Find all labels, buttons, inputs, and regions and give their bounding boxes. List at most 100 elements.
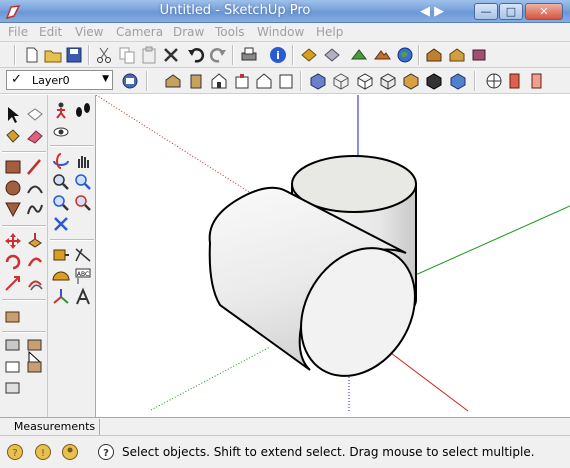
shaded-style-icon[interactable] bbox=[378, 71, 398, 91]
section-slice-icon[interactable] bbox=[3, 307, 23, 327]
status-message: Select objects. Shift to extend select. … bbox=[122, 445, 535, 459]
maximize-button[interactable]: □ bbox=[499, 3, 523, 20]
protractor-icon[interactable] bbox=[51, 266, 71, 286]
scale-tool-icon[interactable] bbox=[3, 273, 23, 293]
pan-tool-icon[interactable] bbox=[73, 151, 93, 171]
display-section-cuts-icon[interactable] bbox=[528, 71, 548, 91]
iso-view-icon[interactable] bbox=[163, 71, 183, 91]
position-camera-icon[interactable] bbox=[51, 214, 71, 234]
arc-tool-icon[interactable] bbox=[25, 178, 45, 198]
minimize-button[interactable]: — bbox=[474, 3, 498, 20]
rotate-tool-icon[interactable] bbox=[3, 252, 23, 272]
menu-bar: File Edit View Camera Draw Tools Window … bbox=[0, 23, 570, 42]
xray-style-icon[interactable] bbox=[308, 71, 328, 91]
model-viewport[interactable] bbox=[95, 94, 570, 417]
geo-location-icon[interactable]: ? bbox=[6, 443, 24, 461]
share-model-icon[interactable] bbox=[322, 45, 342, 65]
dimension-tool-icon[interactable] bbox=[73, 245, 93, 265]
menu-camera[interactable]: Camera bbox=[116, 25, 163, 39]
menu-file[interactable]: File bbox=[8, 25, 28, 39]
shaded-textures-style-icon[interactable] bbox=[401, 71, 421, 91]
standard-toolbar: i bbox=[0, 42, 570, 68]
sign-in-icon[interactable] bbox=[61, 443, 79, 461]
extension-icon[interactable] bbox=[469, 45, 489, 65]
google-earth-icon[interactable] bbox=[395, 45, 415, 65]
add-location-icon[interactable] bbox=[349, 45, 369, 65]
follow-me-tool-icon[interactable] bbox=[25, 252, 45, 272]
back-view-icon[interactable] bbox=[254, 71, 274, 91]
color-style-icon[interactable] bbox=[448, 71, 468, 91]
orbit-tool-icon[interactable] bbox=[51, 151, 71, 171]
menu-help[interactable]: Help bbox=[316, 25, 343, 39]
line-tool-icon[interactable] bbox=[25, 157, 45, 177]
zoom-tool-icon[interactable] bbox=[51, 172, 71, 192]
right-view-icon[interactable] bbox=[232, 71, 252, 91]
offset-tool-icon[interactable] bbox=[25, 273, 45, 293]
footprints-icon[interactable] bbox=[73, 101, 93, 121]
interact-icon[interactable] bbox=[25, 357, 45, 377]
help-icon[interactable]: ? bbox=[97, 443, 115, 461]
tape-measure-icon[interactable] bbox=[51, 245, 71, 265]
get-models-icon[interactable] bbox=[299, 45, 319, 65]
look-around-icon[interactable] bbox=[51, 122, 71, 142]
zoom-extents-icon[interactable] bbox=[73, 193, 93, 213]
walk-tool-icon[interactable] bbox=[51, 101, 71, 121]
previous-view-icon[interactable] bbox=[51, 193, 71, 213]
eraser-icon[interactable] bbox=[25, 126, 45, 146]
move-tool-icon[interactable] bbox=[3, 231, 23, 251]
push-pull-tool-icon[interactable] bbox=[25, 231, 45, 251]
freehand-tool-icon[interactable] bbox=[25, 199, 45, 219]
section-plane-icon[interactable] bbox=[484, 71, 504, 91]
display-section-planes-icon[interactable] bbox=[506, 71, 526, 91]
copy-icon[interactable] bbox=[117, 45, 137, 65]
zoom-window-icon[interactable] bbox=[73, 172, 93, 192]
component-options-icon[interactable] bbox=[3, 335, 23, 355]
3d-text-icon[interactable] bbox=[73, 287, 93, 307]
open-folder-icon[interactable] bbox=[43, 45, 63, 65]
paint-bucket-icon[interactable] bbox=[3, 126, 23, 146]
menu-view[interactable]: View bbox=[75, 25, 103, 39]
select-tool-icon[interactable] bbox=[3, 105, 23, 125]
sandbox-icon[interactable] bbox=[3, 378, 23, 398]
layer-manager-icon[interactable] bbox=[120, 71, 140, 91]
cut-icon[interactable] bbox=[94, 45, 114, 65]
erase-icon[interactable] bbox=[161, 45, 181, 65]
polygon-tool-icon[interactable] bbox=[3, 199, 23, 219]
save-icon[interactable] bbox=[64, 45, 84, 65]
wireframe-style-icon[interactable] bbox=[331, 71, 351, 91]
redo-icon[interactable] bbox=[208, 45, 228, 65]
make-component-icon[interactable] bbox=[25, 105, 45, 125]
front-view-icon[interactable] bbox=[209, 71, 229, 91]
title-bar: Untitled - SketchUp Pro ◀ ▶ — □ ✕ bbox=[0, 0, 570, 23]
hidden-line-style-icon[interactable] bbox=[355, 71, 375, 91]
undo-icon[interactable] bbox=[186, 45, 206, 65]
text-tool-icon[interactable]: ABC bbox=[73, 266, 93, 286]
circle-tool-icon[interactable] bbox=[3, 178, 23, 198]
measurements-toolbar: Measurements bbox=[0, 417, 570, 435]
monochrome-style-icon[interactable] bbox=[424, 71, 444, 91]
rectangle-tool-icon[interactable] bbox=[3, 157, 23, 177]
top-view-icon[interactable] bbox=[186, 71, 206, 91]
current-layer-name: Layer0 bbox=[32, 74, 70, 87]
print-icon[interactable] bbox=[239, 45, 259, 65]
close-button[interactable]: ✕ bbox=[525, 3, 563, 20]
component-icon[interactable] bbox=[447, 45, 467, 65]
menu-tools[interactable]: Tools bbox=[215, 25, 245, 39]
left-view-icon[interactable] bbox=[276, 71, 296, 91]
warehouse-icon[interactable] bbox=[424, 45, 444, 65]
axes-tool-icon[interactable] bbox=[51, 287, 71, 307]
dynamic-component-icon[interactable] bbox=[3, 357, 23, 377]
chevron-down-icon[interactable]: ▼ bbox=[102, 74, 109, 84]
paste-icon[interactable] bbox=[139, 45, 159, 65]
nav-arrows[interactable]: ◀ ▶ bbox=[420, 4, 444, 19]
new-file-icon[interactable] bbox=[22, 45, 42, 65]
layer-dropdown[interactable]: ✓ Layer0 ▼ bbox=[6, 70, 113, 90]
3d-model-view[interactable] bbox=[95, 94, 570, 417]
menu-draw[interactable]: Draw bbox=[173, 25, 204, 39]
toggle-terrain-icon[interactable] bbox=[372, 45, 392, 65]
menu-edit[interactable]: Edit bbox=[39, 25, 62, 39]
model-info-icon[interactable]: i bbox=[268, 45, 288, 65]
menu-window[interactable]: Window bbox=[257, 25, 304, 39]
credits-icon[interactable]: ! bbox=[34, 443, 52, 461]
svg-text:ABC: ABC bbox=[77, 271, 89, 278]
